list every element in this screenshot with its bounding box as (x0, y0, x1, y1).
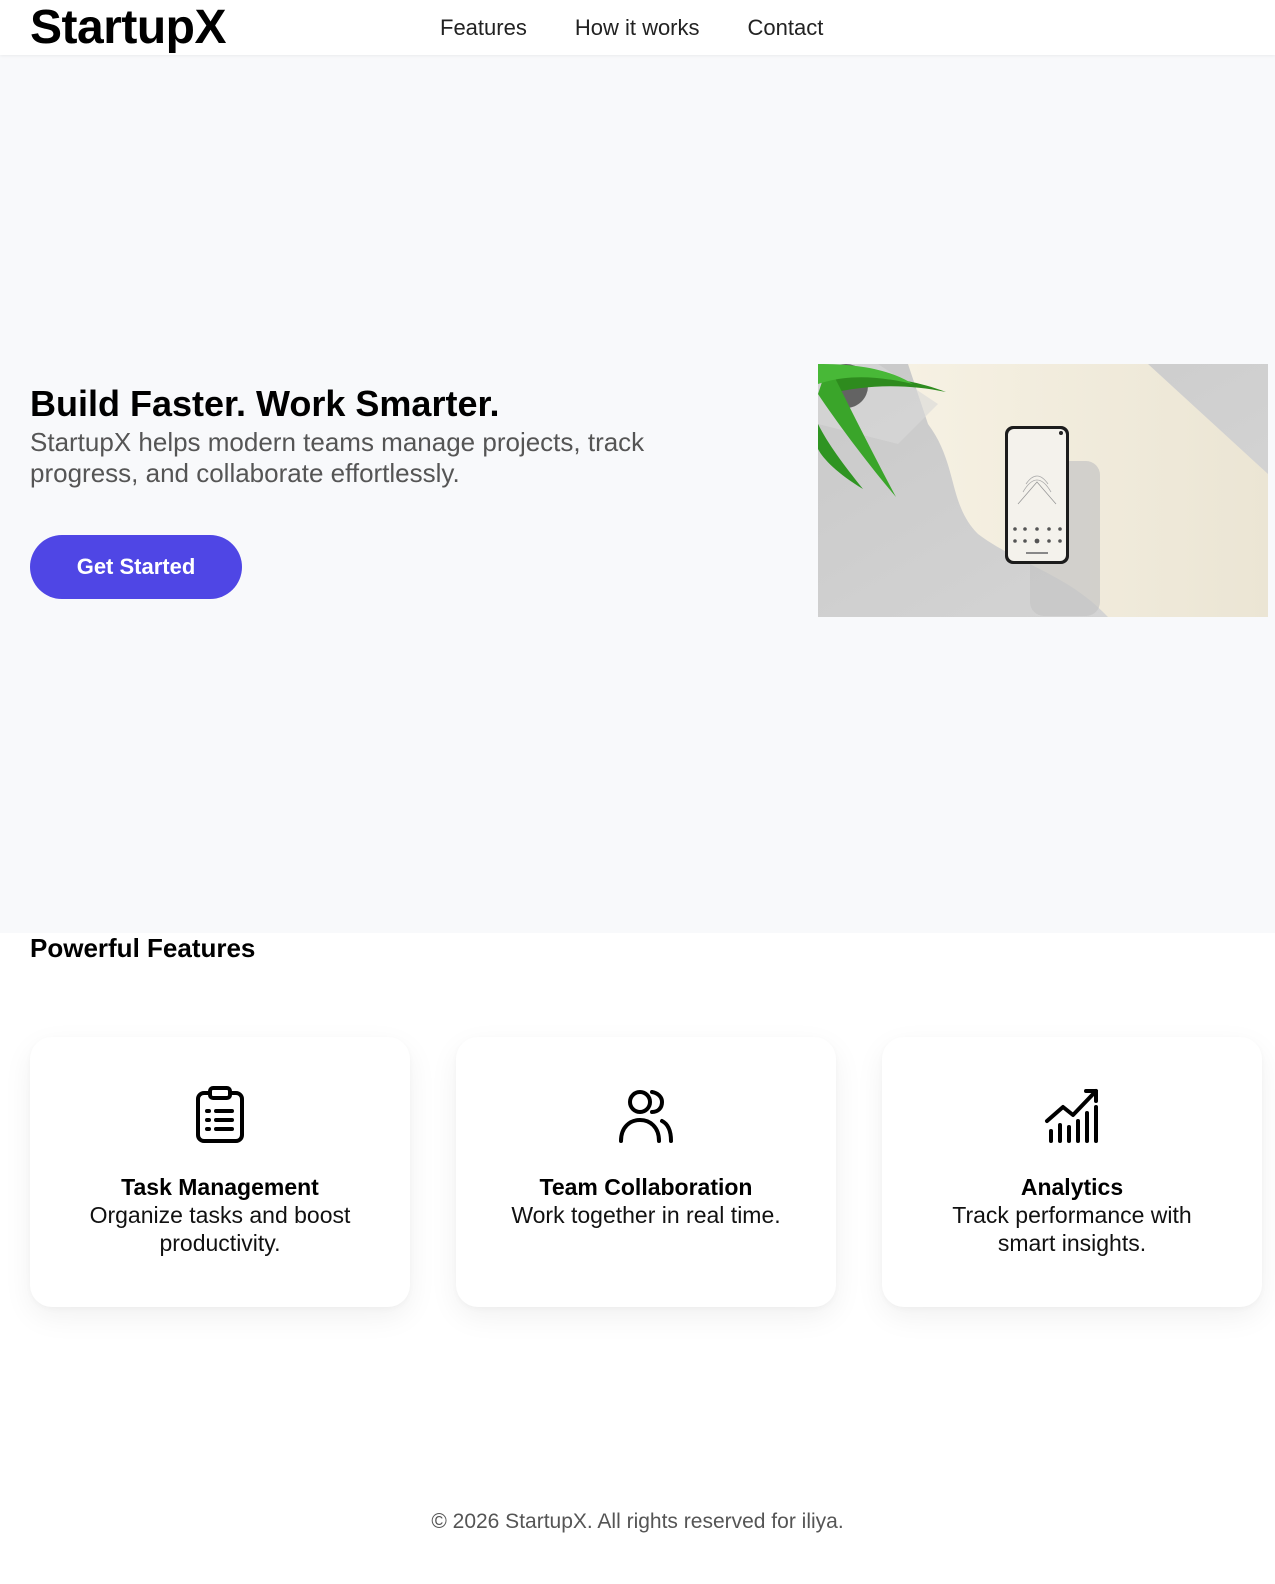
hero-image (818, 364, 1268, 617)
feature-card-team-collaboration: Team Collaboration Work together in real… (456, 1037, 836, 1307)
feature-title: Analytics (1020, 1174, 1124, 1200)
feature-title: Team Collaboration (539, 1174, 753, 1200)
feature-card-analytics: Analytics Track performance with smart i… (882, 1037, 1262, 1307)
nav-links: Features How it works Contact (440, 0, 871, 55)
nav-link-contact[interactable]: Contact (748, 0, 824, 55)
chart-trending-icon (1044, 1085, 1100, 1145)
hero-title: Build Faster. Work Smarter. (30, 383, 500, 424)
nav-link-how-it-works[interactable]: How it works (575, 0, 700, 55)
navbar: StartupX Features How it works Contact (0, 0, 1275, 55)
clipboard-list-icon (192, 1085, 248, 1145)
hero-section: Build Faster. Work Smarter. StartupX hel… (0, 55, 1275, 933)
footer: © 2026 StartupX. All rights reserved for… (431, 1510, 844, 1533)
phone-on-desk-image (818, 364, 1268, 617)
feature-description: Work together in real time. (511, 1202, 781, 1228)
feature-title: Task Management (121, 1174, 319, 1200)
users-icon (618, 1085, 674, 1145)
logo[interactable]: StartupX (30, 0, 227, 55)
feature-card-task-management: Task Management Organize tasks and boost… (30, 1037, 410, 1307)
hero-subtitle: StartupX helps modern teams manage proje… (30, 427, 645, 488)
get-started-button[interactable]: Get Started (30, 535, 242, 599)
features-heading: Powerful Features (30, 933, 256, 963)
feature-description: Track performance with smart insights. (952, 1202, 1192, 1256)
feature-description: Organize tasks and boost productivity. (89, 1202, 351, 1256)
nav-link-features[interactable]: Features (440, 0, 527, 55)
